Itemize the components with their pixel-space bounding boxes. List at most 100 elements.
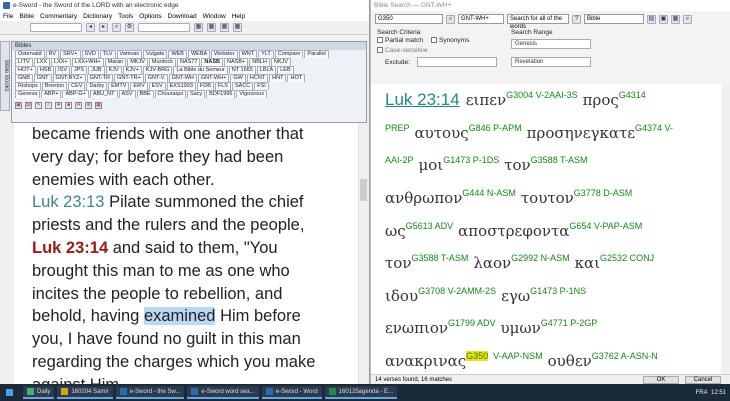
bible-tab[interactable]: NKJV — [270, 58, 291, 66]
bible-books-sidetab[interactable]: Bible Books — [0, 41, 10, 111]
strongs-tag[interactable]: G3004 V-2AAI-3S — [506, 90, 578, 100]
bible-tab[interactable]: RV — [45, 50, 60, 58]
bible-tab[interactable]: GNT-BYZ+ — [52, 74, 86, 82]
taskbar-item[interactable]: Daily — [23, 386, 55, 399]
bible-tab[interactable]: Maran — [104, 58, 127, 66]
bible-tab[interactable]: Parallel — [304, 50, 329, 58]
bible-tab[interactable]: GNT — [33, 74, 52, 82]
menu-item-bible[interactable]: Bible — [19, 13, 33, 20]
bible-tab[interactable]: FSI — [254, 82, 269, 90]
note-icon[interactable]: ✎ — [35, 101, 42, 109]
strongs-tag[interactable]: G4771 P-2GP — [541, 318, 598, 328]
strongs-tag[interactable]: G444 N-ASM — [462, 188, 516, 198]
bible-tab[interactable]: LXX — [33, 58, 51, 66]
bible-tab[interactable]: SACC — [231, 82, 254, 90]
bible-tab[interactable]: GNT-WH — [168, 74, 197, 82]
bible-tab[interactable]: La Bible du Semeur — [173, 66, 228, 74]
strongs-tag[interactable]: G2532 CONJ — [600, 253, 654, 263]
bible-tab[interactable]: KJV-BRG — [142, 66, 173, 74]
strongs-tag[interactable]: G3588 T-ASM — [411, 253, 468, 263]
menu-item-options[interactable]: Options — [139, 13, 161, 20]
find-icon[interactable]: ⌕ — [683, 14, 692, 24]
bible-tab[interactable]: Vulgate — [142, 50, 168, 58]
strongs-tag[interactable]: V-AAP-NSM — [493, 351, 543, 361]
range-from-select[interactable]: Genesis — [511, 39, 591, 49]
bible-tab[interactable]: BDF1996 — [206, 90, 236, 98]
bible-tab[interactable]: Sacy — [186, 90, 206, 98]
bible-text-pane[interactable]: became friends with one another that very… — [14, 123, 358, 384]
export-icon[interactable]: ▤ — [647, 14, 656, 24]
verse-reference[interactable]: Luk 23:14 — [32, 239, 108, 257]
chapter-combo[interactable] — [138, 23, 190, 32]
bible-tab[interactable]: ABU_NT — [89, 90, 118, 98]
bible-tab[interactable]: YLT — [258, 50, 274, 58]
bible-tab[interactable]: Ostervald — [15, 50, 45, 58]
layout-icon-3[interactable]: ▦ — [220, 23, 229, 32]
strongs-tag[interactable]: G1799 ADV — [448, 318, 496, 328]
back-icon[interactable]: ◂ — [86, 23, 95, 32]
bible-tab[interactable]: HOT+ — [15, 66, 36, 74]
strongs-tag[interactable]: G846 P-APM — [469, 123, 522, 133]
help-icon[interactable]: ? — [572, 14, 581, 24]
synonyms-option[interactable]: Synonyms — [431, 37, 469, 44]
option-select[interactable]: Bible — [584, 14, 644, 24]
settings-icon[interactable]: ⚙ — [125, 23, 134, 32]
strongs-tag[interactable]: G2992 N-ASM — [511, 253, 570, 263]
strongs-tag[interactable]: G654 V-PAP-ASM — [569, 221, 642, 231]
bible-tab[interactable]: LXX+WH+ — [71, 58, 104, 66]
bible-tab[interactable]: Geneva — [15, 90, 41, 98]
bible-tab[interactable]: LEB — [277, 66, 294, 74]
partial-match-checkbox[interactable] — [377, 37, 383, 44]
search-icon[interactable]: ⌕ — [45, 101, 52, 109]
menu-item-file[interactable]: File — [3, 13, 13, 20]
range-to-select[interactable]: Revelation — [511, 57, 591, 67]
scrollbar-thumb[interactable] — [360, 179, 367, 201]
menu-item-window[interactable]: Window — [203, 13, 226, 20]
result-verse-reference[interactable]: Luk 23:14 — [385, 90, 460, 110]
taskbar-item[interactable]: 160125agenda - E... — [324, 386, 398, 399]
menu-item-download[interactable]: Download — [168, 13, 197, 20]
strongs-tag[interactable]: G5613 ADV — [406, 221, 454, 231]
bible-tab[interactable]: BBE — [136, 90, 154, 98]
bible-tab[interactable]: EXS1903 — [166, 82, 196, 90]
bible-tab[interactable]: ABP-G+ — [62, 90, 89, 98]
bible-tab[interactable]: GNB — [15, 74, 33, 82]
strongs-tag[interactable]: G3588 T-ASM — [531, 155, 588, 165]
font-icon[interactable]: A — [75, 101, 82, 109]
strongs-tag[interactable]: G3708 V-2AMM-2S — [418, 286, 496, 296]
bible-tab[interactable]: SVD — [81, 50, 99, 58]
bible-tab[interactable]: NAS77 — [176, 58, 201, 66]
verse-reference[interactable]: Luk 23:13 — [32, 193, 104, 211]
strongs-tag[interactable]: PREP — [385, 123, 410, 133]
bible-tab[interactable]: Chouraqui — [154, 90, 186, 98]
strongs-tag-match[interactable]: G350 — [466, 351, 489, 362]
bible-tab[interactable]: Brenton — [41, 82, 68, 90]
bible-tab[interactable]: LBLA — [256, 66, 277, 74]
bible-tab[interactable]: HOT — [287, 74, 306, 82]
bible-tab[interactable]: Murdock — [148, 58, 176, 66]
bible-tab[interactable]: Compare — [274, 50, 304, 58]
taskbar-item[interactable]: e-Sword - the Sw... — [115, 386, 185, 399]
taskbar-item[interactable]: e-Sword word sea... — [187, 386, 259, 399]
bible-tab[interactable]: JPS — [71, 66, 88, 74]
results-scrollbar[interactable] — [723, 84, 730, 374]
strongs-tag[interactable]: G1473 P-1NS — [530, 286, 586, 296]
strongs-tag[interactable]: G3762 A-ASN-N — [592, 351, 658, 361]
bible-text-scrollbar[interactable] — [358, 123, 368, 384]
bible-tab[interactable]: LITV — [15, 58, 33, 66]
bible-tab[interactable]: JUB — [88, 66, 105, 74]
strongs-tag[interactable]: G3778 D-ASM — [574, 188, 633, 198]
menu-item-dictionary[interactable]: Dictionary — [83, 13, 112, 20]
case-sensitive-option[interactable]: Case-sensitive — [377, 47, 428, 54]
forward-icon[interactable]: ▸ — [99, 23, 108, 32]
exclude-input[interactable] — [417, 57, 497, 67]
bible-tab[interactable]: Vamvas — [116, 50, 142, 58]
strongs-tag[interactable]: G4314 — [619, 90, 646, 100]
bible-select[interactable]: GNT-WH+ — [458, 14, 504, 24]
bible-tab[interactable]: GNT-V — [144, 74, 168, 82]
bible-tab[interactable]: NASB+ — [224, 58, 249, 66]
search-input[interactable]: G350 — [375, 14, 443, 24]
bible-tab[interactable]: MKJV — [127, 58, 148, 66]
taskbar-item[interactable]: 160204 Samir — [57, 386, 113, 399]
bible-tab[interactable]: ISV — [55, 66, 71, 74]
